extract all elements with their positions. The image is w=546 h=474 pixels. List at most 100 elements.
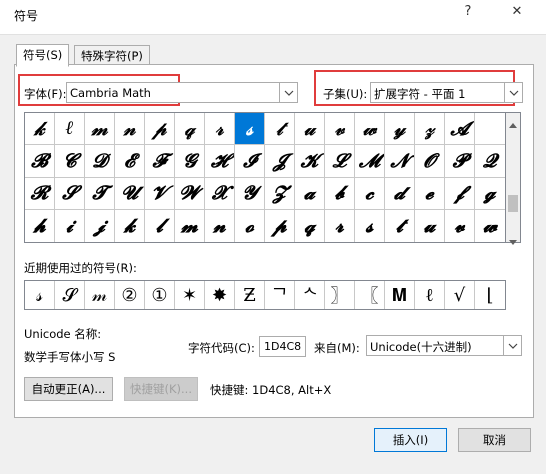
symbol-cell[interactable]: 𝓧: [205, 177, 235, 210]
symbol-cell[interactable]: 𝓤: [115, 177, 145, 210]
symbol-cell[interactable]: 𝓑: [25, 145, 55, 178]
scroll-down-icon[interactable]: [509, 234, 517, 248]
help-button[interactable]: ?: [456, 4, 480, 19]
symbol-cell[interactable]: [475, 113, 505, 146]
symbol-cell[interactable]: 𝓫: [325, 177, 355, 210]
symbol-cell[interactable]: 𝓊: [295, 113, 325, 146]
symbol-cell[interactable]: 𝓙: [265, 145, 295, 178]
symbol-cell[interactable]: 𝓯: [445, 177, 475, 210]
symbol-cell[interactable]: 𝓜: [355, 145, 385, 178]
symbol-cell[interactable]: 𝓻: [325, 209, 355, 242]
close-button[interactable]: ✕: [505, 4, 529, 19]
recent-symbol-cell[interactable]: ⌊: [475, 281, 505, 309]
cancel-button[interactable]: 取消: [458, 428, 531, 452]
symbol-cell[interactable]: 𝓏: [415, 113, 445, 146]
symbol-cell[interactable]: 𝓼: [355, 209, 385, 242]
chevron-down-icon[interactable]: [503, 336, 521, 355]
symbol-cell[interactable]: 𝓟: [445, 145, 475, 178]
symbol-cell[interactable]: 𝓇: [205, 113, 235, 146]
symbol-cell[interactable]: 𝓂: [85, 113, 115, 146]
symbol-cell[interactable]: 𝓳: [85, 209, 115, 242]
symbol-cell[interactable]: 𝓓: [85, 145, 115, 178]
symbol-cell[interactable]: 𝓆: [175, 113, 205, 146]
symbol-cell[interactable]: 𝓒: [55, 145, 85, 178]
recent-symbol-cell[interactable]: ✶: [175, 281, 205, 309]
scroll-up-icon[interactable]: [509, 117, 517, 131]
chevron-down-icon[interactable]: [279, 83, 297, 102]
insert-button[interactable]: 插入(I): [374, 428, 447, 452]
symbol-cell[interactable]: 𝓨: [235, 177, 265, 210]
symbol-cell[interactable]: 𝓢: [55, 177, 85, 210]
symbol-cell[interactable]: 𝓃: [115, 113, 145, 146]
symbol-cell[interactable]: 𝓔: [115, 145, 145, 178]
recent-symbol-cell[interactable]: ᄾ: [295, 281, 325, 309]
symbol-cell[interactable]: 𝓖: [175, 145, 205, 178]
recent-symbol-cell[interactable]: 𝓈: [25, 281, 55, 309]
symbol-cell[interactable]: 𝓚: [295, 145, 325, 178]
symbol-cell[interactable]: 𝓗: [205, 145, 235, 178]
recent-symbol-cell[interactable]: 〗: [325, 281, 355, 309]
tab-symbols[interactable]: 符号(S): [16, 44, 70, 67]
symbol-cell[interactable]: ℓ: [55, 113, 85, 146]
recent-symbols-strip[interactable]: 𝓈 𝓢𝓂 ② ① ✶ ✸ Ƶ ᄀ ᄾ 〗〖 𝐌ℓ √ ⌊: [24, 280, 506, 310]
symbol-cell[interactable]: 𝓉: [265, 113, 295, 146]
font-combobox[interactable]: Cambria Math: [66, 82, 298, 103]
symbol-cell[interactable]: 𝓣: [85, 177, 115, 210]
symbol-cell[interactable]: 𝓰: [475, 178, 505, 210]
symbol-cell[interactable]: 𝓐: [445, 113, 475, 146]
recent-symbol-cell[interactable]: ℓ: [415, 281, 445, 309]
symbol-cell[interactable]: 𝓀: [25, 113, 55, 146]
symbol-cell[interactable]: 𝓝: [385, 145, 415, 178]
symbol-cell[interactable]: 𝓴: [115, 209, 145, 242]
symbol-cell[interactable]: 𝓬: [355, 177, 385, 210]
symbol-cell[interactable]: 𝔀: [475, 210, 505, 242]
symbol-cell[interactable]: 𝓛: [325, 145, 355, 178]
recent-symbol-cell[interactable]: 𝓂: [85, 281, 115, 309]
shortcut-key-button[interactable]: 快捷键(K)...: [124, 377, 198, 401]
symbol-cell[interactable]: 𝓕: [145, 145, 175, 178]
recent-symbol-cell[interactable]: 𝓢: [55, 281, 85, 309]
symbol-cell[interactable]: 𝓽: [385, 209, 415, 242]
recent-symbol-cell[interactable]: √: [445, 281, 475, 309]
symbol-cell[interactable]: 𝓹: [265, 209, 295, 242]
symbol-cell[interactable]: 𝓥: [145, 177, 175, 210]
recent-symbol-cell[interactable]: ᄀ: [265, 281, 295, 309]
recent-symbol-cell[interactable]: ①: [145, 281, 175, 309]
symbol-grid-scrollbar[interactable]: [506, 112, 521, 245]
symbol-cell[interactable]: 𝓪: [295, 177, 325, 210]
symbol-cell[interactable]: 𝓘: [235, 145, 265, 178]
subset-combobox[interactable]: 扩展字符 - 平面 1: [370, 82, 523, 103]
symbol-cell[interactable]: 𝓈: [235, 113, 265, 146]
symbol-cell[interactable]: 𝓵: [145, 209, 175, 242]
symbol-grid[interactable]: 𝓀ℓ𝓂𝓃𝓅𝓆𝓇𝓈𝓉𝓊𝓋𝓌𝓎𝓏𝓐 𝓑𝓒𝓓𝓔𝓕𝓖𝓗𝓘𝓙𝓚𝓛𝓜𝓝𝓞𝓟𝓠 𝓡𝓢𝓣𝓤𝓥𝓦𝓧𝓨𝓩…: [24, 112, 506, 243]
symbol-cell[interactable]: 𝓲: [55, 209, 85, 242]
symbol-cell[interactable]: 𝓾: [415, 209, 445, 242]
from-combobox[interactable]: Unicode(十六进制): [366, 335, 522, 356]
symbol-cell[interactable]: 𝓅: [145, 113, 175, 146]
symbol-cell[interactable]: 𝓡: [25, 177, 55, 210]
scroll-thumb[interactable]: [508, 195, 518, 212]
autocorrect-button[interactable]: 自动更正(A)...: [24, 377, 113, 401]
symbol-cell[interactable]: 𝓋: [325, 113, 355, 146]
symbol-cell[interactable]: 𝓷: [205, 209, 235, 242]
recent-symbol-cell[interactable]: Ƶ: [235, 281, 265, 309]
char-code-input[interactable]: 1D4C8: [259, 336, 306, 357]
symbol-cell[interactable]: 𝓮: [415, 177, 445, 210]
symbol-cell[interactable]: 𝓎: [385, 113, 415, 146]
symbol-cell[interactable]: 𝓭: [385, 177, 415, 210]
symbol-cell[interactable]: 𝓿: [445, 209, 475, 242]
symbol-cell[interactable]: 𝓸: [235, 209, 265, 242]
symbol-cell[interactable]: 𝓺: [295, 209, 325, 242]
symbol-cell[interactable]: 𝓱: [25, 209, 55, 242]
recent-symbol-cell[interactable]: 𝐌: [385, 281, 415, 309]
recent-symbol-cell[interactable]: ✸: [205, 281, 235, 309]
chevron-down-icon[interactable]: [504, 83, 522, 102]
recent-symbol-cell[interactable]: 〖: [355, 281, 385, 309]
symbol-cell[interactable]: 𝓠: [475, 145, 505, 178]
symbol-cell[interactable]: 𝓩: [265, 177, 295, 210]
symbol-cell[interactable]: 𝓶: [175, 209, 205, 242]
symbol-cell[interactable]: 𝓦: [175, 177, 205, 210]
symbol-cell[interactable]: 𝓌: [355, 113, 385, 146]
recent-symbol-cell[interactable]: ②: [115, 281, 145, 309]
symbol-cell[interactable]: 𝓞: [415, 145, 445, 178]
